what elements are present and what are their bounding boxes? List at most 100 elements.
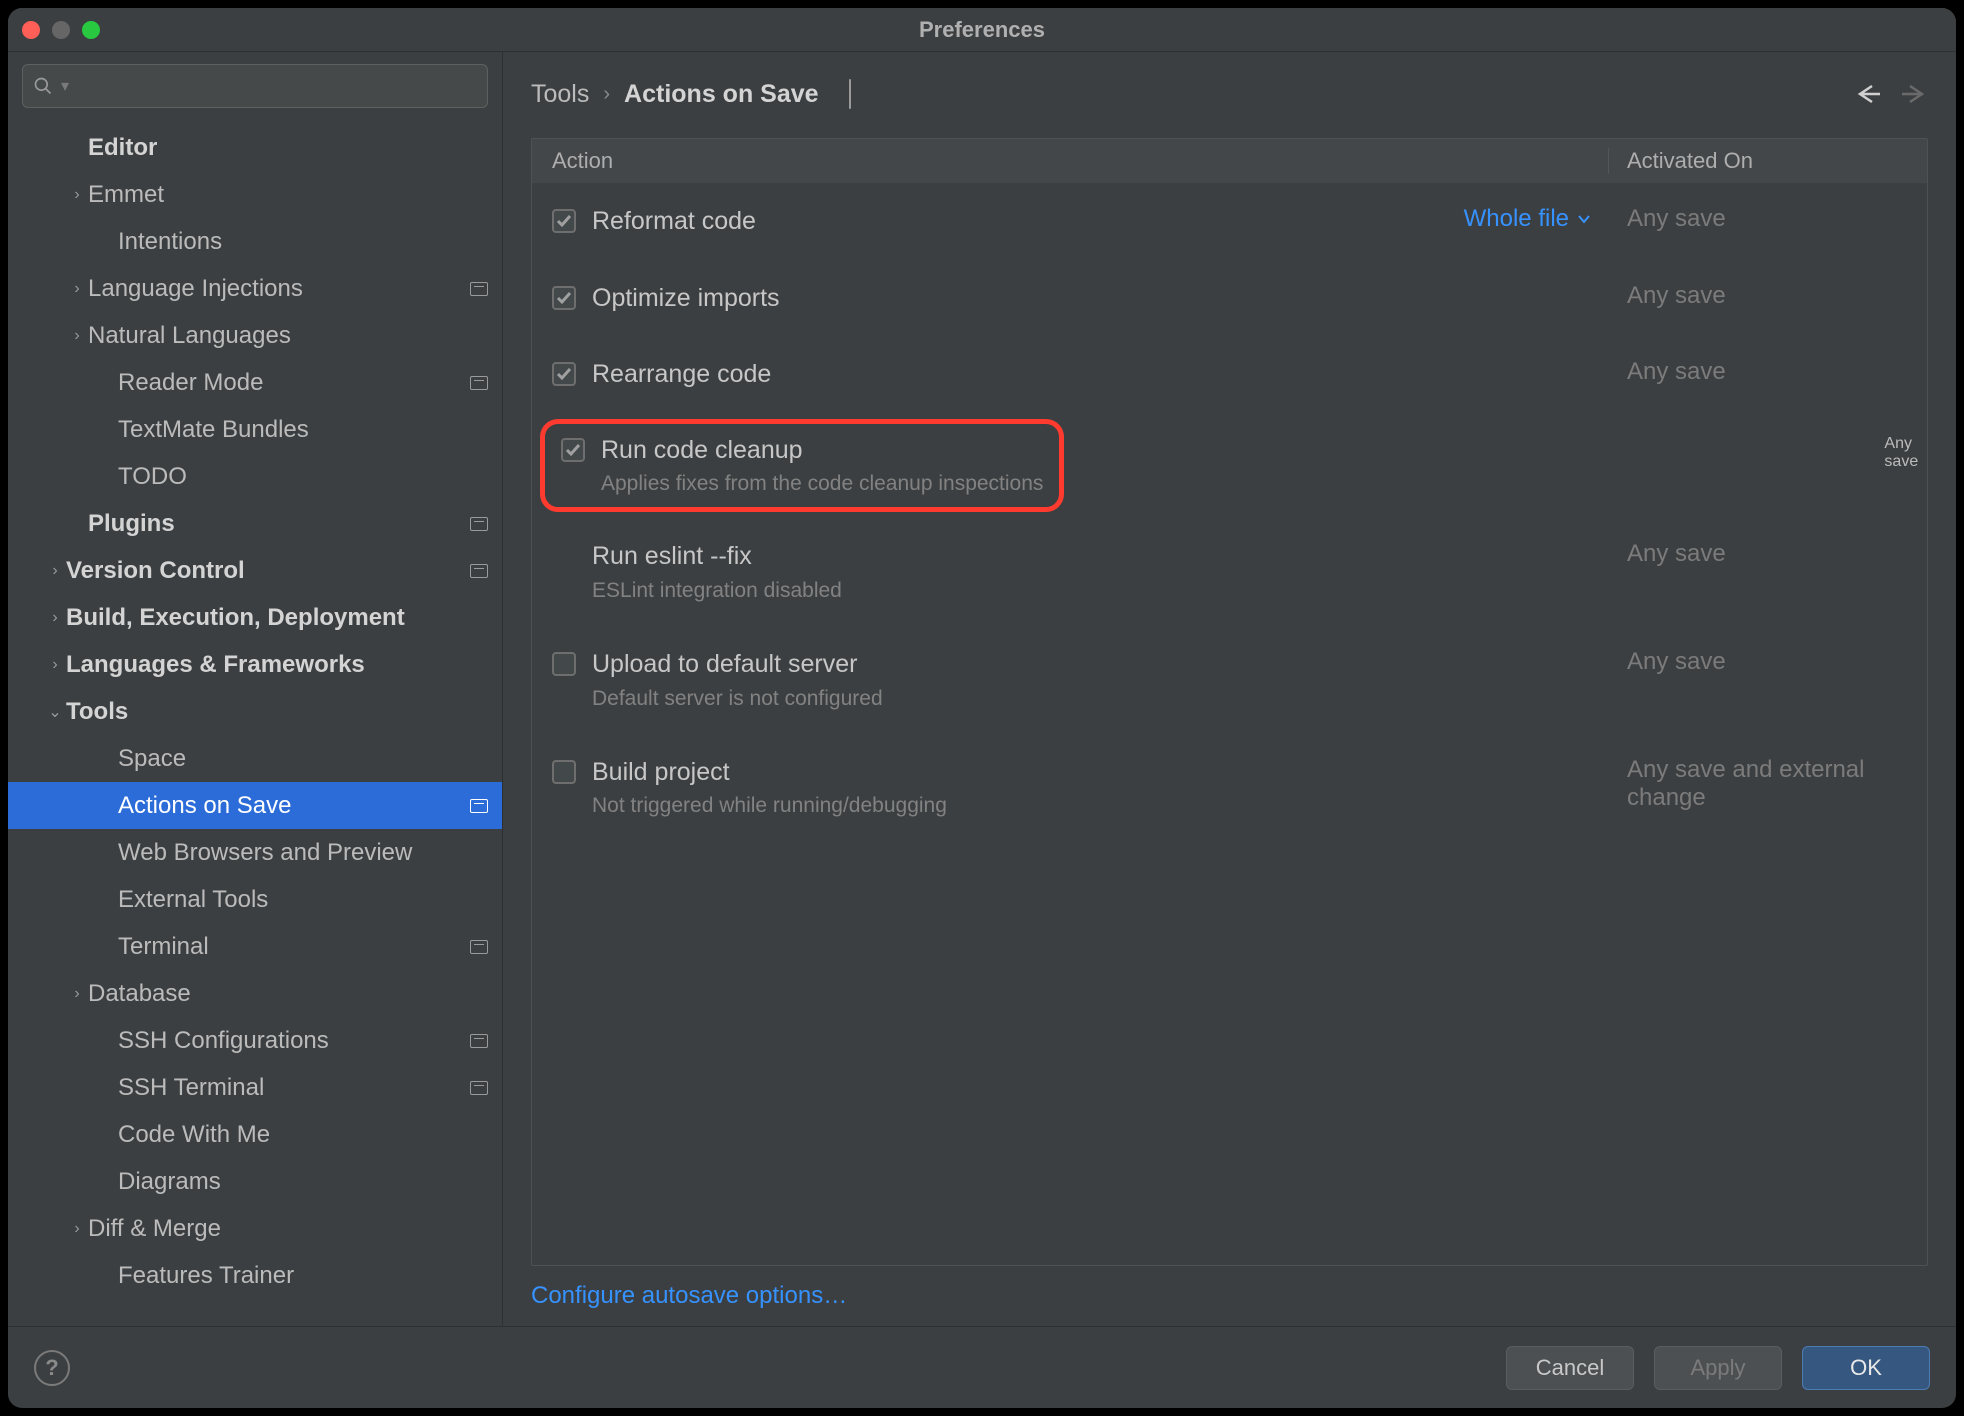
table-row: Upload to default serverDefault server i… (532, 626, 1927, 734)
sidebar-item-label: SSH Terminal (118, 1074, 464, 1102)
action-label: Upload to default serverDefault server i… (592, 648, 883, 712)
sidebar-item[interactable]: ›Version Control (8, 547, 502, 594)
sidebar-item[interactable]: SSH Terminal (8, 1064, 502, 1111)
main-panel: Tools › Actions on Save Action Activated… (503, 52, 1956, 1326)
col-action-header[interactable]: Action (532, 148, 1609, 174)
titlebar: Preferences (8, 8, 1956, 52)
sidebar-item[interactable]: TODO (8, 453, 502, 500)
sidebar-item-label: Build, Execution, Deployment (66, 604, 488, 632)
chevron-down-icon: ⌄ (44, 702, 66, 722)
sidebar-item[interactable]: Actions on Save (8, 782, 502, 829)
project-scope-icon (843, 80, 851, 109)
close-window-button[interactable] (22, 21, 40, 39)
sidebar-item[interactable]: SSH Configurations (8, 1017, 502, 1064)
scope-dropdown[interactable]: Whole file (1464, 205, 1591, 233)
search-input[interactable]: ▾ (22, 64, 488, 108)
table-row: Rearrange codeAny save (532, 336, 1927, 413)
project-scope-icon (470, 282, 488, 296)
col-activated-header[interactable]: Activated On (1609, 148, 1927, 174)
action-checkbox[interactable] (552, 286, 576, 310)
sidebar-item[interactable]: Web Browsers and Preview (8, 829, 502, 876)
search-caret: ▾ (61, 76, 69, 96)
sidebar-item[interactable]: Terminal (8, 923, 502, 970)
sidebar-item-label: Diff & Merge (88, 1215, 488, 1243)
sidebar-item[interactable]: Plugins (8, 500, 502, 547)
actions-table: Action Activated On Reformat codeWhole f… (531, 138, 1928, 1266)
help-button[interactable]: ? (34, 1350, 70, 1386)
sidebar-item[interactable]: ›Emmet (8, 171, 502, 218)
action-cell: Optimize imports (552, 282, 1609, 315)
configure-autosave-link[interactable]: Configure autosave options… (531, 1282, 1928, 1310)
sidebar-item-label: Features Trainer (118, 1262, 488, 1290)
sidebar-item[interactable]: Code With Me (8, 1111, 502, 1158)
sidebar-item[interactable]: Diagrams (8, 1158, 502, 1205)
project-scope-icon (470, 799, 488, 813)
sidebar-item[interactable]: Space (8, 735, 502, 782)
settings-tree[interactable]: Editor ›Emmet Intentions ›Language Injectio… (8, 120, 502, 1326)
chevron-right-icon: › (66, 327, 88, 345)
project-scope-icon (470, 517, 488, 531)
action-checkbox[interactable] (552, 362, 576, 386)
chevron-right-icon: › (66, 985, 88, 1003)
sidebar-item[interactable]: Reader Mode (8, 359, 502, 406)
action-cell: Reformat codeWhole file (552, 205, 1609, 238)
sidebar-item[interactable]: External Tools (8, 876, 502, 923)
ok-button[interactable]: OK (1802, 1346, 1930, 1390)
activated-on-cell: Any save (1609, 540, 1927, 604)
sidebar-item-label: Natural Languages (88, 322, 488, 350)
chevron-right-icon: › (44, 656, 66, 674)
sidebar-item[interactable]: ›Language Injections (8, 265, 502, 312)
window-body: ▾ Editor ›Emmet Intentions ›Language Inject… (8, 52, 1956, 1326)
chevron-right-icon: › (66, 280, 88, 298)
breadcrumb-separator-icon: › (603, 83, 610, 106)
table-body: Reformat codeWhole fileAny saveOptimize … (532, 183, 1927, 1265)
sidebar-item[interactable]: ›Languages & Frameworks (8, 641, 502, 688)
search-icon (33, 76, 53, 96)
sidebar-item-label: Version Control (66, 557, 464, 585)
sidebar-item[interactable]: ›Build, Execution, Deployment (8, 594, 502, 641)
sidebar-item[interactable]: ›Natural Languages (8, 312, 502, 359)
action-checkbox[interactable] (552, 760, 576, 784)
sidebar-item[interactable]: Editor (8, 124, 502, 171)
activated-on-cell: Any save (1609, 205, 1927, 238)
cancel-button[interactable]: Cancel (1506, 1346, 1634, 1390)
search-wrap: ▾ (8, 52, 502, 120)
sidebar-item-label: Code With Me (118, 1121, 488, 1149)
action-label: Optimize imports (592, 282, 780, 315)
nav-buttons (1854, 82, 1928, 106)
sidebar-item-label: Editor (88, 134, 488, 162)
activated-on-cell: Any save (1884, 413, 1927, 471)
nav-back-button[interactable] (1854, 82, 1882, 106)
table-row: Reformat codeWhole fileAny save (532, 183, 1927, 260)
sidebar-item[interactable]: ›Database (8, 970, 502, 1017)
sidebar-item-label: TextMate Bundles (118, 416, 488, 444)
table-row: Optimize importsAny save (532, 260, 1927, 337)
zoom-window-button[interactable] (82, 21, 100, 39)
sidebar-item-label: Plugins (88, 510, 464, 538)
sidebar-item[interactable]: ⌄Tools (8, 688, 502, 735)
action-cell: Run eslint --fixESLint integration disab… (552, 540, 1609, 604)
action-label: Build projectNot triggered while running… (592, 756, 947, 820)
activated-on-cell: Any save (1609, 358, 1927, 391)
sidebar-item-label: SSH Configurations (118, 1027, 464, 1055)
action-checkbox[interactable] (552, 652, 576, 676)
project-scope-icon (470, 1081, 488, 1095)
sidebar-item[interactable]: Features Trainer (8, 1252, 502, 1299)
breadcrumb-parent[interactable]: Tools (531, 80, 589, 109)
sidebar-item[interactable]: TextMate Bundles (8, 406, 502, 453)
action-checkbox[interactable] (561, 438, 585, 462)
sidebar-item-label: Intentions (118, 228, 488, 256)
sidebar-item[interactable]: ›Diff & Merge (8, 1205, 502, 1252)
sidebar-item-label: TODO (118, 463, 488, 491)
chevron-right-icon: › (44, 609, 66, 627)
breadcrumb-current: Actions on Save (624, 80, 819, 109)
apply-button[interactable]: Apply (1654, 1346, 1782, 1390)
table-header: Action Activated On (532, 139, 1927, 183)
action-cell: Upload to default serverDefault server i… (552, 648, 1609, 712)
sidebar-item[interactable]: Intentions (8, 218, 502, 265)
action-checkbox[interactable] (552, 209, 576, 233)
preferences-window: Preferences ▾ Editor ›Emmet Intentions ›Lan… (8, 8, 1956, 1408)
action-cell: Run code cleanupApplies fixes from the c… (561, 434, 1043, 498)
minimize-window-button[interactable] (52, 21, 70, 39)
action-label: Run eslint --fixESLint integration disab… (592, 540, 842, 604)
